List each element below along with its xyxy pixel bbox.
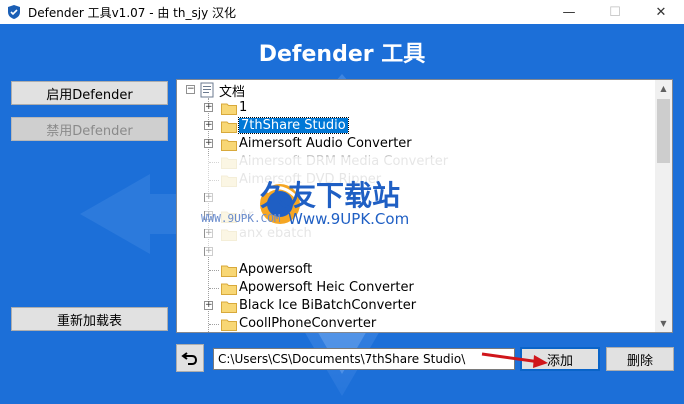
watermark-url: Www.9UPK.Com: [288, 210, 410, 228]
window-title: Defender 工具v1.07 - 由 th_sjy 汉化: [28, 5, 236, 20]
tree-root-label[interactable]: 文档: [219, 81, 245, 100]
folder-icon: [221, 121, 237, 133]
tree-item-label[interactable]: 1: [239, 100, 247, 115]
tree-item-label[interactable]: CoollPhoneConverter: [239, 316, 376, 331]
folder-path-input[interactable]: C:\Users\CS\Documents\7thShare Studio\: [213, 348, 515, 370]
scroll-down-arrow-icon[interactable]: ▼: [655, 315, 672, 332]
folder-icon: [221, 283, 237, 295]
tree-expand-toggle[interactable]: +: [204, 301, 213, 310]
tree-expand-toggle[interactable]: +: [204, 103, 213, 112]
tree-item-label[interactable]: Aimersoft Audio Converter: [239, 136, 412, 151]
header-title: Defender 工具: [258, 42, 426, 67]
watermark-brand: 久友下载站: [260, 179, 401, 212]
reload-table-button[interactable]: 重新加载表: [11, 307, 168, 331]
tree-item-label[interactable]: 7thShare Studio: [238, 117, 349, 134]
scroll-thumb[interactable]: [657, 99, 670, 163]
folder-icon: [221, 139, 237, 151]
folder-icon: [221, 103, 237, 115]
document-icon: [200, 82, 214, 98]
tree-vertical-scrollbar[interactable]: ▲ ▼: [655, 80, 672, 332]
main-panel: Defender 工具 启用Defender 禁用Defender 重新加载表 …: [0, 24, 684, 404]
minimize-button[interactable]: —: [546, 0, 592, 24]
tree-item-label[interactable]: Apowersoft Heic Converter: [239, 280, 414, 295]
red-arrow-annotation: [481, 352, 548, 368]
tree-branch-line: [209, 288, 219, 289]
enable-defender-button[interactable]: 启用Defender: [11, 81, 168, 105]
maximize-button: ☐: [609, 4, 621, 20]
close-button[interactable]: ✕: [638, 0, 684, 24]
title-bar: Defender 工具v1.07 - 由 th_sjy 汉化 — ☐ ✕: [0, 0, 684, 24]
shield-app-icon: [8, 5, 20, 19]
undo-icon: [181, 352, 198, 365]
delete-button[interactable]: 删除: [606, 347, 674, 371]
tree-item-label[interactable]: Black Ice BiBatchConverter: [239, 298, 416, 313]
folder-icon: [221, 319, 237, 331]
disable-defender-button: 禁用Defender: [11, 117, 168, 141]
scroll-up-arrow-icon[interactable]: ▲: [655, 80, 672, 97]
tree-item-label[interactable]: Apowersoft: [239, 262, 312, 277]
tree-expand-toggle[interactable]: +: [204, 139, 213, 148]
tree-branch-line: [209, 324, 219, 325]
tree-branch-line: [209, 270, 219, 271]
tree-expand-toggle[interactable]: +: [204, 121, 213, 130]
folder-icon: [221, 265, 237, 277]
watermark-small: WWW.9UPK.COM: [201, 212, 281, 225]
folder-icon: [221, 301, 237, 313]
back-button[interactable]: [176, 344, 204, 372]
root-collapse-toggle[interactable]: −: [186, 85, 195, 94]
window-controls: — ☐ ✕: [546, 0, 684, 24]
